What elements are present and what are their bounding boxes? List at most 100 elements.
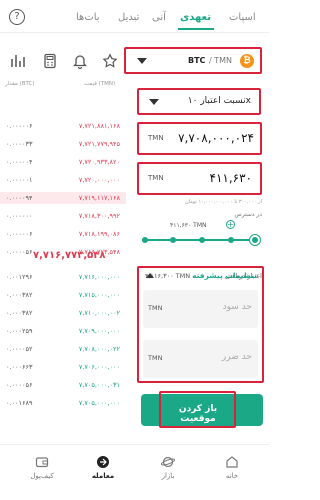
order-amount: ۰.۰۰۰۶۶۳ [6,363,33,371]
slider-thumb[interactable] [250,235,260,245]
trade-icon [96,455,110,469]
order-amount: ۰.۰۰۰۲۵۹ [6,327,33,335]
nav-home-label: خانه [225,472,239,480]
order-amount: ۰.۰۰۰۰۹۴ [6,194,33,202]
bid-row[interactable]: ۰.۰۰۱۲۹۶ ۷,۷۱۶,۰۰۰,۰۰۰ [0,271,126,283]
price-input[interactable]: TMN ۷,۷۰۸,۰۰۰,۰۲۴ [137,122,262,155]
order-amount: ۰.۰۰۰۰۵۲ [6,345,33,353]
ask-row[interactable]: ۰.۰۰۰۰۰۰ ۷,۷۱۸,۳۰۰,۹۹۲ [0,210,126,222]
order-amount: ۰.۰۰۰۳۸۲ [6,309,33,317]
amount-value: ۴۱۱,۶۳۰ [209,171,253,185]
stop-loss-placeholder: حد ضرر [221,352,252,362]
ask-row[interactable]: ۰.۰۰۰۰۰۶ ۷,۷۱۸,۱۹۹,۰۸۶ [0,228,126,240]
bottom-nav-divider [0,444,269,445]
order-amount: ۰.۰۰۰۰۵۶ [6,381,33,389]
ask-row[interactable]: ۰.۰۰۰۰۹۴ ۷,۷۱۹,۱۱۷,۱۶۸ [0,192,126,204]
order-amount: ۰.۰۰۰۰۰۶ [6,230,33,238]
calculator-icon[interactable] [42,53,58,69]
order-amount: ۰.۰۰۰۰۰۱ [6,176,33,184]
add-funds-icon[interactable]: + [226,220,235,229]
percent-slider[interactable] [142,234,262,246]
order-amount: ۰.۰۰۰۰۰۶ [6,122,33,130]
market-quote: / TMN [209,56,233,65]
nav-trade[interactable]: معامله [78,455,128,480]
market-pair: BTC [188,56,206,65]
price-unit: TMN [148,134,164,142]
bid-row[interactable]: ۰.۰۰۰۳۸۲ ۷,۷۱۵,۰۰۰,۰۰۰ [0,289,126,301]
take-profit-placeholder: حد سود [222,302,252,312]
tab-convert[interactable]: تبدیل [118,12,139,23]
slider-tick [228,237,234,243]
tab-bots[interactable]: بات‌ها [76,12,100,23]
chart-icon[interactable] [10,53,26,69]
slider-tick [142,237,148,243]
market-selector[interactable]: BTC / TMN ₿ [124,47,262,74]
order-price: ۷,۷۱۰,۰۰۰,۰۰۲ [78,309,120,317]
nav-wallet-label: کیف‌پول [30,472,54,480]
order-amount: ۰.۰۰۰۰۳۳ [6,140,33,148]
last-price: ۷,۷۱۶,۷۷۲,۵۴۸ [33,250,106,261]
stop-loss-unit: TMN [148,354,163,362]
ask-row[interactable]: ۰.۰۰۰۰۰۶ ۷,۷۲۱,۸۸۱,۱۶۸ [0,120,126,132]
tab-instant[interactable]: آنی [152,12,166,23]
orderbook-amount-header: مقدار (BTC) [5,81,35,87]
order-amount: ۰.۰۰۰۳۸۲ [6,291,33,299]
order-price: ۷,۷۱۸,۱۹۹,۰۸۶ [78,230,120,238]
order-amount: ۰.۰۰۰۰۵۶ [6,248,33,256]
nav-market[interactable]: بازار [143,455,193,480]
slider-tick [199,237,205,243]
nav-home[interactable]: خانه [207,455,257,480]
price-value: ۷,۷۰۸,۰۰۰,۰۲۴ [178,131,254,145]
leverage-label: نسبت اعتبار ۱۰x [187,96,251,106]
order-price: ۷,۷۲۱,۸۸۱,۱۶۸ [78,122,120,130]
order-amount: ۰.۰۰۱۶۸۹ [6,399,33,407]
tab-margin[interactable]: تعهدی [180,12,211,23]
order-price: ۷,۷۱۶,۰۰۰,۰۰۰ [78,273,120,281]
help-icon[interactable]: ? [9,9,25,25]
nav-trade-label: معامله [91,472,115,480]
tab-spot[interactable]: اسپات [229,12,256,23]
amount-input[interactable]: TMN ۴۱۱,۶۳۰ [137,162,262,195]
bid-row[interactable]: ۰.۰۰۱۶۸۹ ۷,۷۰۵,۰۰۰,۰۰۰ [0,397,126,409]
bid-row[interactable]: ۰.۰۰۰۰۵۲ ۷,۷۰۸,۰۰۰,۰۲۲ [0,343,126,355]
order-price: ۷,۷۱۵,۰۰۰,۰۰۰ [78,291,120,299]
take-profit-input[interactable]: TMN حد سود [143,290,258,328]
available-label: در دسترس [234,211,262,218]
bid-row[interactable]: ۰.۰۰۰۲۵۹ ۷,۷۰۹,۰۰۰,۰۰۰ [0,325,126,337]
order-amount: ۰.۰۰۰۰۰۴ [6,158,33,166]
ask-row[interactable]: ۰.۰۰۰۰۰۴ ۷,۷۲۰,۹۳۳,۸۲۰ [0,156,126,168]
bitcoin-icon: ₿ [240,54,254,68]
nav-wallet[interactable]: کیف‌پول [17,455,67,480]
chevron-up-icon [146,273,154,278]
orderbook-price-header: قیمت (TMN) [84,81,116,87]
advanced-settings-title: تنظیمات پیشرفته [192,271,257,280]
stop-loss-input[interactable]: TMN حد ضرر [143,340,258,378]
order-amount: ۰.۰۰۰۰۰۰ [6,212,33,220]
bid-row[interactable]: ۰.۰۰۰۳۸۲ ۷,۷۱۰,۰۰۰,۰۰۲ [0,307,126,319]
advanced-settings-header[interactable]: تنظیمات پیشرفته [139,268,262,284]
order-price: ۷,۷۰۵,۰۰۰,۰۰۰ [78,399,120,407]
chevron-down-icon [137,58,147,64]
market-icon [160,455,176,469]
order-price: ۷,۷۲۱,۷۷۹,۹۴۵ [78,140,120,148]
take-profit-unit: TMN [148,304,163,312]
order-price: ۷,۷۲۰,۰۰۰,۰۰۰ [78,176,120,184]
order-price: ۷,۷۰۶,۰۰۰,۰۰۰ [78,363,120,371]
tabs-divider [0,32,269,33]
available-value: ۴۱۱,۶۳۰ TMN [170,222,207,229]
ask-row[interactable]: ۰.۰۰۰۰۰۱ ۷,۷۲۰,۰۰۰,۰۰۰ [0,174,126,186]
bid-row[interactable]: ۰.۰۰۰۶۶۳ ۷,۷۰۶,۰۰۰,۰۰۰ [0,361,126,373]
active-tab-underline [178,28,214,30]
slider-tick [170,237,176,243]
alert-bell-icon[interactable] [72,53,88,70]
favorite-star-icon[interactable] [102,53,118,69]
advanced-settings-panel: تنظیمات پیشرفته TMN حد سود TMN حد ضرر [137,266,264,383]
leverage-selector[interactable]: نسبت اعتبار ۱۰x [137,88,261,115]
open-position-label: باز کردن موقعیت [178,404,218,424]
order-price: ۷,۷۱۹,۱۱۷,۱۶۸ [78,194,120,202]
bid-row[interactable]: ۰.۰۰۰۰۵۶ ۷,۷۰۵,۰۰۰,۰۳۱ [0,379,126,391]
wallet-icon [35,455,49,469]
amount-unit: TMN [148,174,164,182]
ask-row[interactable]: ۰.۰۰۰۰۳۳ ۷,۷۲۱,۷۷۹,۹۴۵ [0,138,126,150]
chevron-down-icon [149,99,159,105]
